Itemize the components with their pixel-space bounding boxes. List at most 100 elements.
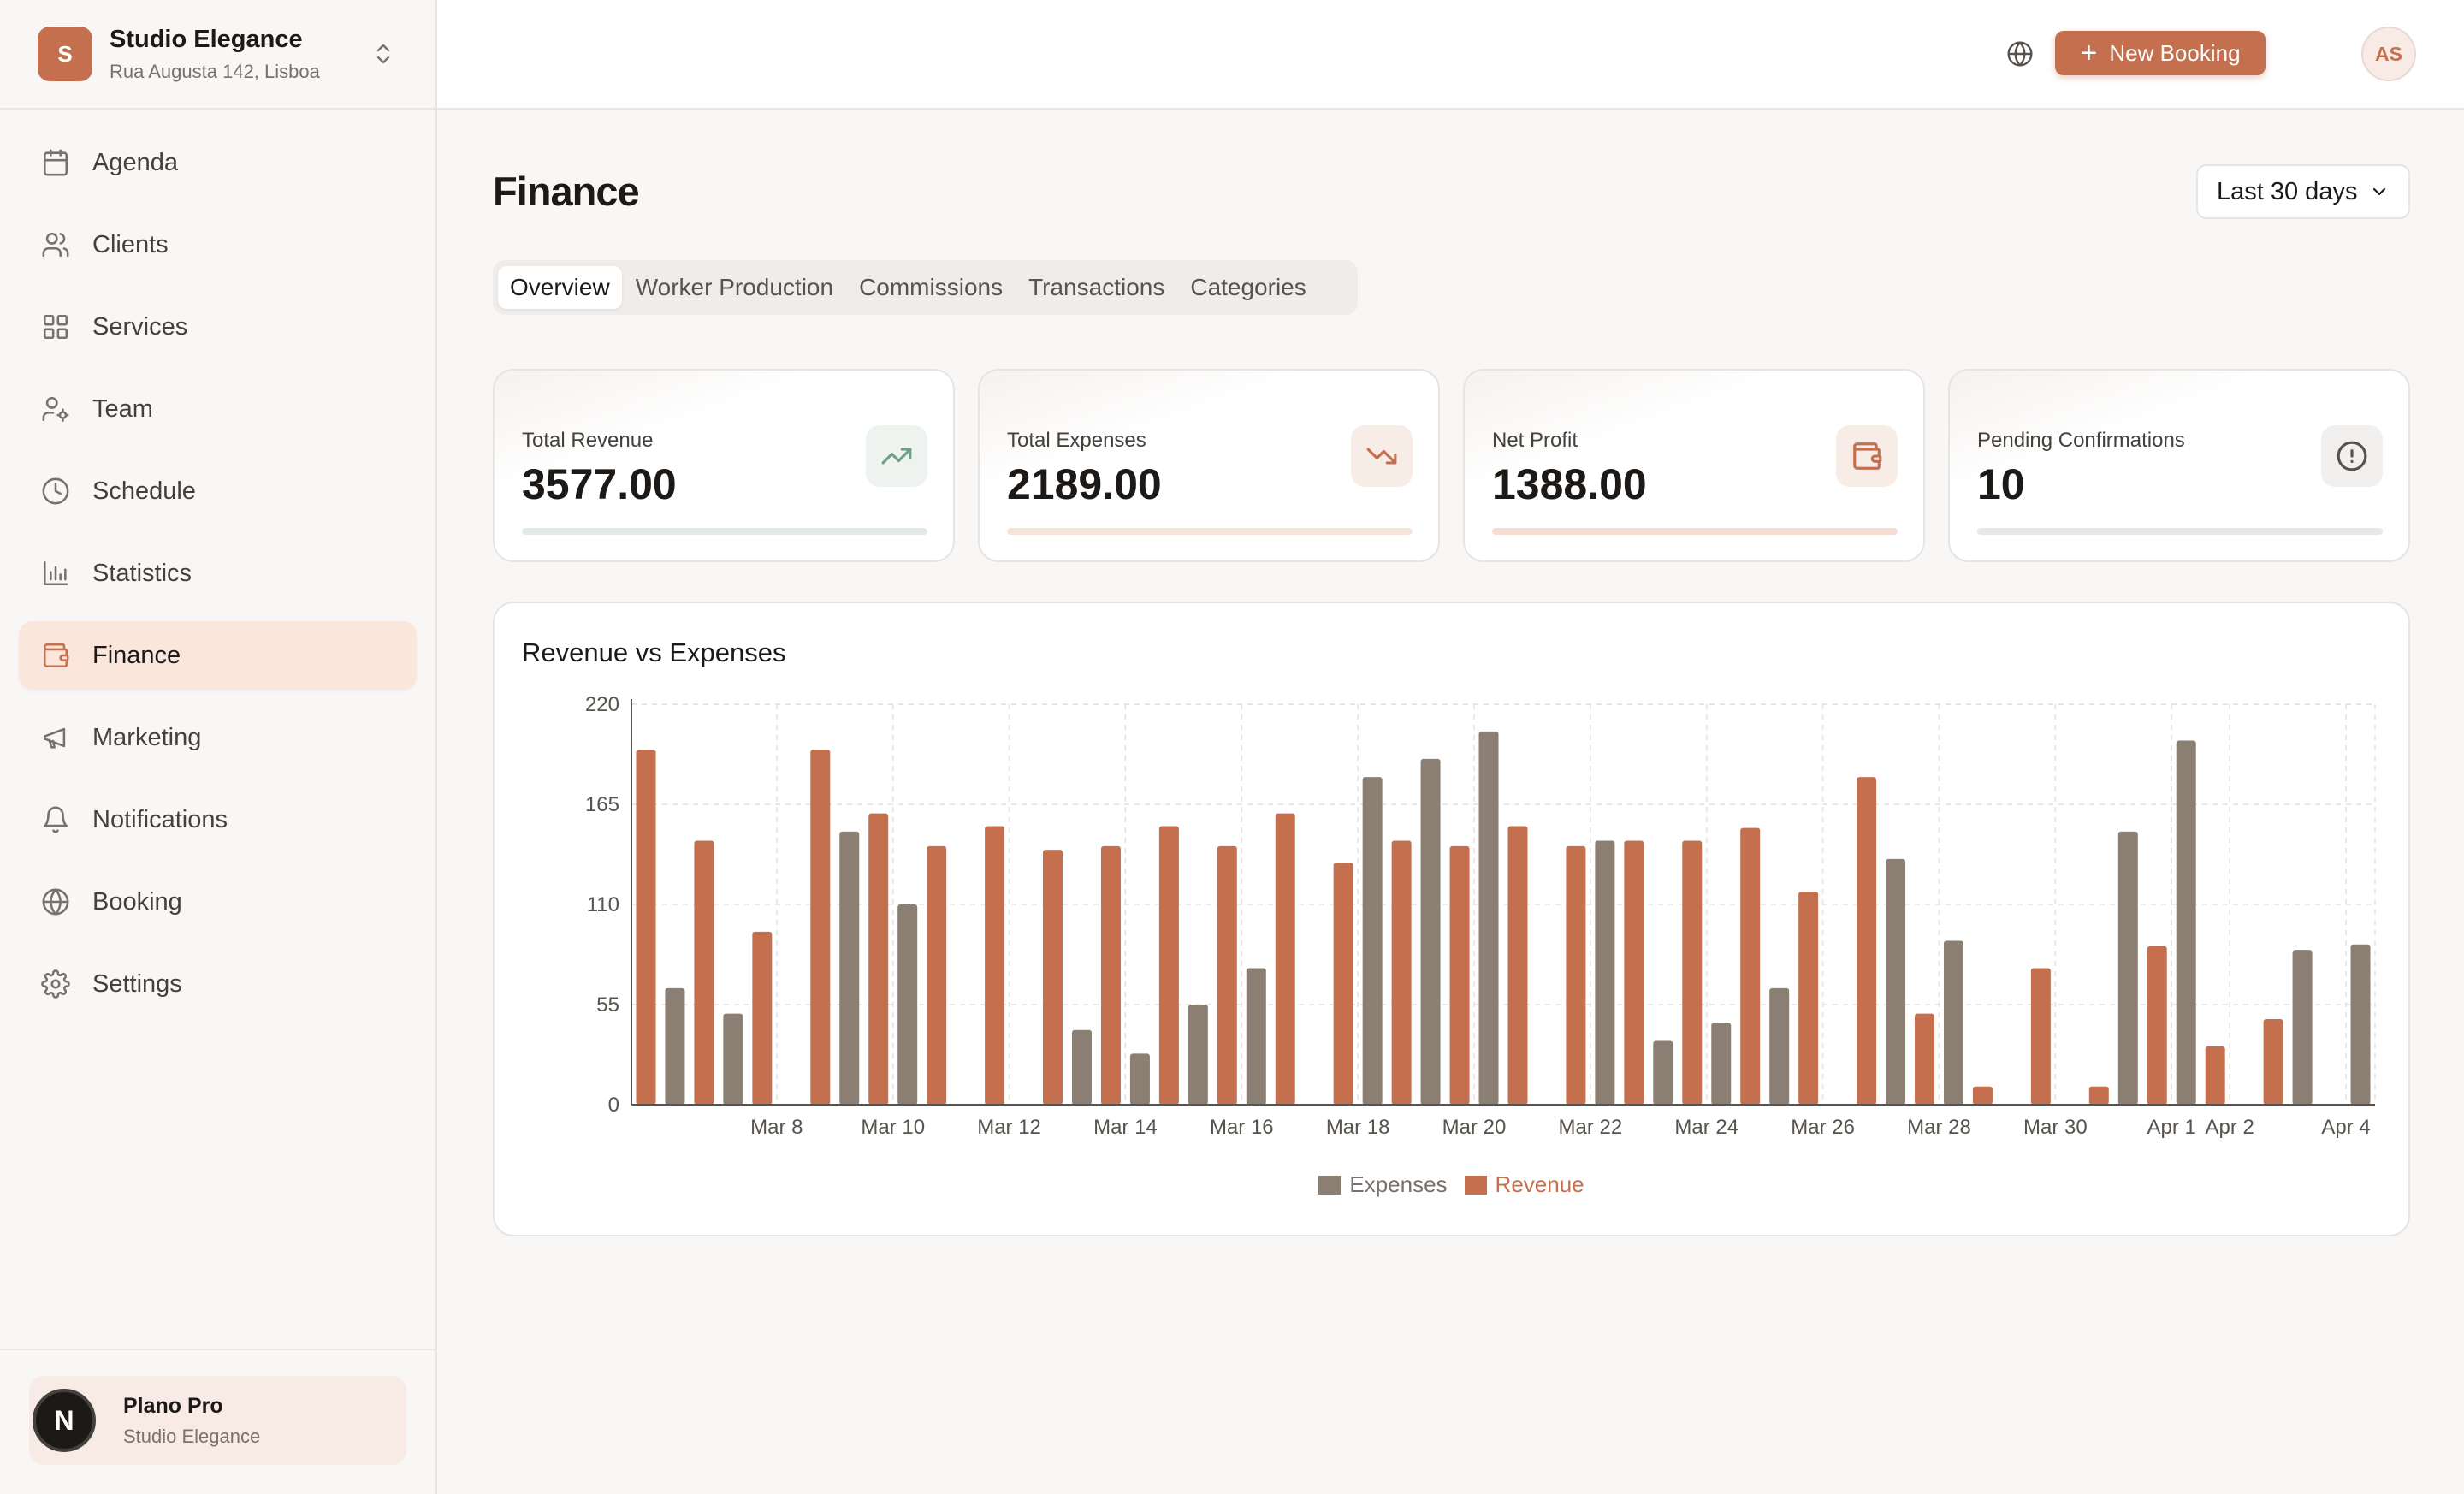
bar-expenses[interactable] bbox=[839, 831, 860, 1105]
bar-expenses[interactable] bbox=[665, 987, 685, 1105]
bar-expenses[interactable] bbox=[1071, 1029, 1092, 1105]
user-avatar[interactable]: AS bbox=[2361, 27, 2416, 81]
legend-item-expenses[interactable]: Expenses bbox=[1318, 1171, 1448, 1198]
chevrons-up-down-icon[interactable] bbox=[369, 39, 398, 68]
bar-revenue[interactable] bbox=[1217, 845, 1237, 1105]
plan-subtitle: Studio Elegance bbox=[123, 1425, 261, 1447]
bar-expenses[interactable] bbox=[1246, 968, 1266, 1105]
chart-legend: Expenses Revenue bbox=[495, 1171, 2408, 1198]
bar-revenue[interactable] bbox=[2263, 1019, 2283, 1105]
bar-revenue[interactable] bbox=[2088, 1086, 2109, 1105]
bar-revenue[interactable] bbox=[985, 826, 1005, 1105]
globe-icon bbox=[39, 886, 72, 918]
x-tick-label: Mar 22 bbox=[1559, 1116, 1623, 1139]
gear-icon bbox=[39, 968, 72, 1000]
bar-revenue[interactable] bbox=[1682, 840, 1703, 1105]
bar-revenue[interactable] bbox=[2205, 1046, 2225, 1105]
sidebar-nav: Agenda Clients Services Team Schedule St… bbox=[0, 110, 435, 1018]
bar-expenses[interactable] bbox=[1362, 777, 1383, 1105]
bar-revenue[interactable] bbox=[1275, 813, 1295, 1105]
sidebar-item-label: Services bbox=[92, 312, 188, 341]
bar-revenue[interactable] bbox=[1391, 840, 1412, 1105]
bar-revenue[interactable] bbox=[752, 931, 773, 1105]
bar-revenue[interactable] bbox=[1100, 845, 1121, 1105]
sidebar-item-settings[interactable]: Settings bbox=[19, 950, 417, 1018]
x-tick-label: Mar 8 bbox=[750, 1116, 803, 1139]
x-tick-label: Mar 30 bbox=[2023, 1116, 2088, 1139]
bar-revenue[interactable] bbox=[868, 813, 889, 1105]
bar-revenue[interactable] bbox=[1857, 777, 1877, 1105]
bar-expenses[interactable] bbox=[1478, 731, 1499, 1105]
new-booking-button[interactable]: + New Booking bbox=[2055, 31, 2266, 75]
sidebar-item-services[interactable]: Services bbox=[19, 293, 417, 361]
bar-expenses[interactable] bbox=[1769, 987, 1790, 1105]
bar-expenses[interactable] bbox=[897, 904, 918, 1105]
sidebar-item-agenda[interactable]: Agenda bbox=[19, 128, 417, 197]
bar-revenue[interactable] bbox=[2030, 968, 2051, 1105]
org-name: Studio Elegance bbox=[110, 25, 303, 53]
language-globe-icon[interactable] bbox=[2003, 37, 2037, 71]
bar-revenue[interactable] bbox=[1449, 845, 1470, 1105]
tab-categories[interactable]: Categories bbox=[1178, 266, 1318, 309]
bar-expenses[interactable] bbox=[1129, 1053, 1150, 1105]
sidebar-item-notifications[interactable]: Notifications bbox=[19, 786, 417, 854]
bar-expenses[interactable] bbox=[1711, 1023, 1732, 1105]
bar-revenue[interactable] bbox=[1624, 840, 1644, 1105]
sidebar-item-schedule[interactable]: Schedule bbox=[19, 457, 417, 525]
bar-revenue[interactable] bbox=[1158, 826, 1179, 1105]
calendar-icon bbox=[39, 146, 72, 179]
bar-expenses[interactable] bbox=[1420, 758, 1441, 1105]
sidebar-item-finance[interactable]: Finance bbox=[19, 621, 417, 690]
bar-revenue[interactable] bbox=[810, 750, 831, 1105]
bar-expenses[interactable] bbox=[2350, 944, 2371, 1105]
bar-expenses[interactable] bbox=[1653, 1040, 1673, 1105]
bar-revenue[interactable] bbox=[1915, 1013, 1935, 1105]
bar-revenue[interactable] bbox=[927, 845, 947, 1105]
x-tick-label: Mar 14 bbox=[1093, 1116, 1158, 1139]
bar-revenue[interactable] bbox=[1972, 1086, 1993, 1105]
bar-expenses[interactable] bbox=[2118, 831, 2138, 1105]
bar-expenses[interactable] bbox=[2176, 740, 2196, 1105]
sidebar-item-marketing[interactable]: Marketing bbox=[19, 703, 417, 772]
tab-transactions[interactable]: Transactions bbox=[1016, 266, 1176, 309]
bar-expenses[interactable] bbox=[1943, 940, 1964, 1105]
plan-card[interactable]: N Plano Pro Studio Elegance bbox=[29, 1376, 406, 1465]
bar-expenses[interactable] bbox=[1886, 858, 1906, 1105]
bar-revenue[interactable] bbox=[1566, 845, 1586, 1105]
bar-revenue[interactable] bbox=[1740, 827, 1761, 1105]
date-range-value: Last 30 days bbox=[2217, 177, 2358, 205]
x-tick-label: Mar 20 bbox=[1442, 1116, 1507, 1139]
bar-revenue[interactable] bbox=[636, 750, 656, 1105]
tab-worker-production[interactable]: Worker Production bbox=[624, 266, 845, 309]
stat-progress-bar bbox=[1492, 528, 1898, 535]
bar-expenses[interactable] bbox=[1595, 840, 1615, 1105]
bar-revenue[interactable] bbox=[1798, 892, 1819, 1105]
tab-overview[interactable]: Overview bbox=[498, 266, 622, 309]
sidebar: S Studio Elegance Rua Augusta 142, Lisbo… bbox=[0, 0, 437, 1494]
sidebar-item-team[interactable]: Team bbox=[19, 375, 417, 443]
bar-expenses[interactable] bbox=[723, 1013, 743, 1105]
sidebar-item-booking[interactable]: Booking bbox=[19, 868, 417, 936]
legend-item-revenue[interactable]: Revenue bbox=[1464, 1171, 1584, 1198]
org-switcher[interactable]: S Studio Elegance Rua Augusta 142, Lisbo… bbox=[0, 0, 435, 110]
bell-icon bbox=[39, 803, 72, 836]
trending-down-icon bbox=[1351, 425, 1413, 487]
legend-label-revenue: Revenue bbox=[1495, 1171, 1584, 1197]
bar-revenue[interactable] bbox=[1333, 863, 1353, 1105]
sidebar-item-clients[interactable]: Clients bbox=[19, 210, 417, 279]
tab-commissions[interactable]: Commissions bbox=[847, 266, 1015, 309]
legend-label-expenses: Expenses bbox=[1349, 1171, 1448, 1197]
sidebar-item-label: Notifications bbox=[92, 805, 228, 833]
chevron-down-icon bbox=[2369, 181, 2390, 202]
date-range-select[interactable]: Last 30 days bbox=[2196, 164, 2410, 219]
sidebar-item-statistics[interactable]: Statistics bbox=[19, 539, 417, 608]
bar-expenses[interactable] bbox=[1188, 1005, 1208, 1105]
sidebar-footer: N Plano Pro Studio Elegance bbox=[0, 1349, 435, 1494]
bar-revenue[interactable] bbox=[1043, 850, 1063, 1105]
sidebar-item-label: Finance bbox=[92, 641, 181, 669]
bar-revenue[interactable] bbox=[1507, 826, 1528, 1105]
bar-revenue[interactable] bbox=[2147, 946, 2167, 1105]
x-tick-label: Apr 4 bbox=[2321, 1116, 2370, 1139]
bar-revenue[interactable] bbox=[694, 840, 714, 1105]
bar-expenses[interactable] bbox=[2292, 950, 2313, 1105]
